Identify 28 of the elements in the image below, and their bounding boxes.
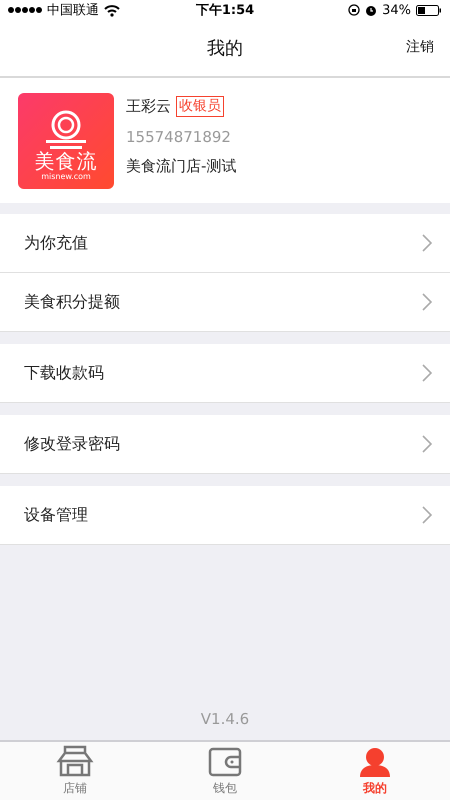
alarm-icon <box>365 4 378 16</box>
store-icon <box>56 745 94 779</box>
store-name: 美食流门店-测试 <box>126 157 236 176</box>
battery-icon <box>416 4 442 16</box>
tab-item[interactable]: 店铺 <box>0 742 150 800</box>
chevron-right-icon <box>422 293 432 311</box>
rotation-lock-icon <box>348 4 360 16</box>
tab-item[interactable]: 钱包 <box>150 742 300 800</box>
clock-time: 下午1:54 <box>196 2 254 19</box>
wifi-icon <box>104 4 120 16</box>
logo-domain: misnew.com <box>41 172 91 182</box>
tab-item[interactable]: 我的 <box>300 742 450 800</box>
version-label: V1.4.6 <box>200 710 250 730</box>
phone-number: 15574871892 <box>126 128 232 146</box>
chevron-right-icon <box>422 234 432 252</box>
page-title: 我的 <box>207 37 243 60</box>
wallet-icon <box>206 745 244 779</box>
logo-rings-icon <box>44 110 88 150</box>
chevron-right-icon <box>422 506 432 524</box>
role-tag: 收银员 <box>176 96 224 117</box>
carrier-name: 中国联通 <box>47 2 99 19</box>
logout-button[interactable]: 注销 <box>406 38 434 56</box>
battery-percent: 34% <box>382 2 411 18</box>
user-name: 王彩云 <box>126 97 171 116</box>
chevron-right-icon <box>422 435 432 453</box>
signal-icon <box>8 6 42 14</box>
logo-name: 美食流 <box>34 150 98 172</box>
chevron-right-icon <box>422 364 432 382</box>
